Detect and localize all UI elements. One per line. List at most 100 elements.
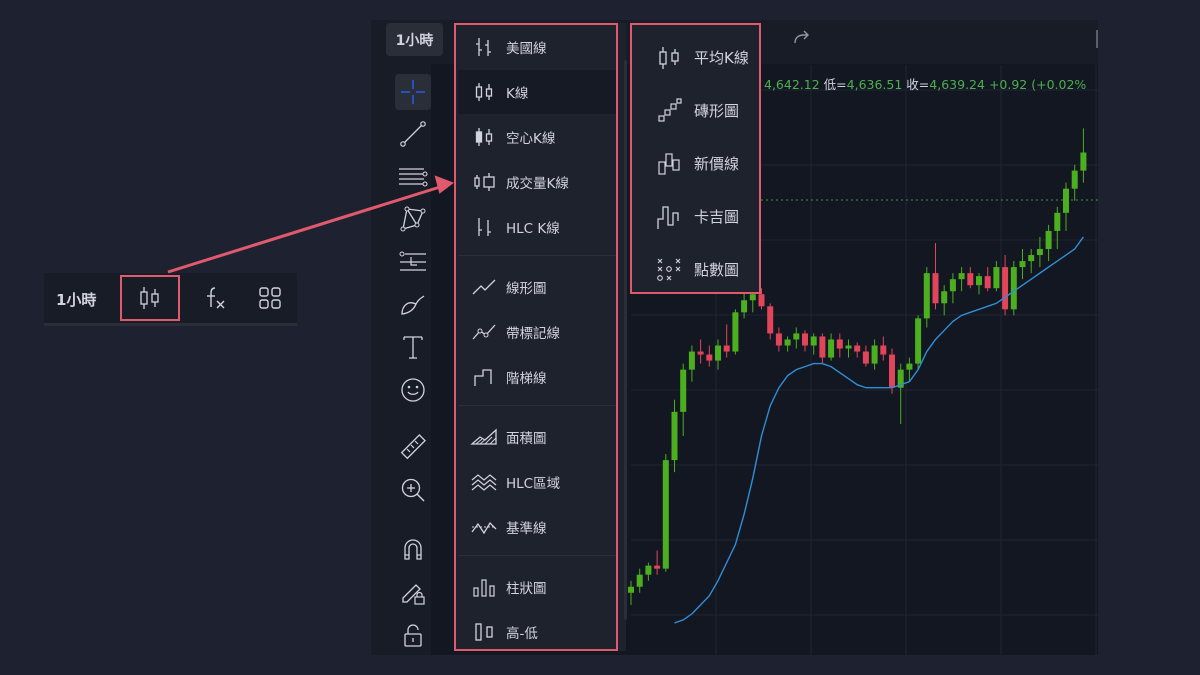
fib-tool[interactable] bbox=[395, 244, 431, 280]
ohlc-legend: 4,642.12 低=4,636.51 收=4,639.24 +0.92 (+0… bbox=[764, 74, 1086, 93]
candle-body bbox=[802, 333, 808, 346]
candle-body bbox=[1002, 267, 1009, 310]
candle-body bbox=[706, 354, 713, 361]
heikin-ashi-icon bbox=[654, 43, 684, 73]
measure-tool[interactable] bbox=[395, 429, 431, 465]
trend-line-tool[interactable] bbox=[395, 116, 431, 152]
layout-button[interactable] bbox=[258, 286, 282, 310]
parallel-channel-icon bbox=[399, 168, 428, 187]
candle-body bbox=[889, 354, 895, 388]
close-value: 4,639.24 bbox=[929, 77, 985, 92]
more-chart-types-menu: 平均K線 磚形圖 新價線 卡吉圖 點數圖 bbox=[630, 23, 761, 294]
menu-item-label: 基準線 bbox=[506, 521, 547, 537]
menu-item-label: 高-低 bbox=[506, 626, 538, 642]
indicators-button[interactable] bbox=[204, 285, 228, 311]
chart-type-button[interactable] bbox=[120, 275, 180, 321]
area-icon bbox=[470, 425, 498, 449]
candles-icon bbox=[470, 80, 498, 104]
pattern-tool[interactable] bbox=[395, 201, 431, 237]
menu-item-label: 面積圖 bbox=[506, 431, 547, 447]
menu-separator bbox=[458, 405, 616, 406]
change-percent: (+0.02% bbox=[1031, 77, 1087, 92]
menu-item-label: HLC區域 bbox=[506, 476, 561, 492]
menu-item-line[interactable]: 線形圖 bbox=[458, 265, 616, 309]
candle-body bbox=[932, 273, 939, 304]
unlock-tool[interactable] bbox=[395, 617, 431, 653]
menu-item-label: 線形圖 bbox=[506, 281, 547, 297]
menu-item-label: K線 bbox=[506, 86, 529, 102]
candle-body bbox=[645, 565, 652, 575]
menu-item-high-low[interactable]: 高-低 bbox=[458, 610, 616, 654]
menu-item-line-break[interactable]: 新價線 bbox=[634, 137, 759, 190]
bars-icon bbox=[470, 35, 498, 59]
candle-body bbox=[862, 351, 869, 364]
interval-label[interactable]: 1小時 bbox=[56, 289, 96, 310]
candle-body bbox=[793, 333, 800, 340]
menu-item-label: 卡吉圖 bbox=[694, 208, 740, 226]
menu-item-label: 成交量K線 bbox=[506, 176, 569, 192]
unlock-icon bbox=[404, 624, 422, 647]
zoom-tool[interactable] bbox=[395, 472, 431, 508]
candle-body bbox=[941, 291, 948, 304]
candle-body bbox=[1019, 261, 1026, 268]
candle-body bbox=[758, 294, 765, 307]
brush-tool[interactable] bbox=[395, 286, 431, 322]
magnet-tool[interactable] bbox=[395, 531, 431, 567]
candle-body bbox=[1010, 267, 1017, 310]
candle-body bbox=[1071, 170, 1078, 189]
menu-item-baseline[interactable]: 基準線 bbox=[458, 505, 616, 549]
crosshair-icon bbox=[401, 80, 425, 104]
menu-item-candles[interactable]: K線 bbox=[458, 70, 616, 114]
candle-body bbox=[819, 336, 826, 358]
low-label: 低= bbox=[823, 77, 847, 92]
menu-item-hlc-area[interactable]: HLC區域 bbox=[458, 460, 616, 504]
menu-separator bbox=[458, 255, 616, 256]
menu-item-label: 美國線 bbox=[506, 41, 547, 57]
zoom-in-icon bbox=[401, 478, 425, 502]
candle-body bbox=[636, 574, 643, 587]
candle-body bbox=[1028, 255, 1035, 262]
volume-candles-icon bbox=[470, 170, 498, 194]
menu-item-step-line[interactable]: 階梯線 bbox=[458, 355, 616, 399]
candle-body bbox=[1054, 212, 1061, 231]
menu-scrollbar[interactable] bbox=[624, 60, 627, 620]
menu-item-hollow-candles[interactable]: 空心K線 bbox=[458, 115, 616, 159]
menu-item-kagi[interactable]: 卡吉圖 bbox=[634, 190, 759, 243]
channel-tool[interactable] bbox=[395, 159, 431, 195]
menu-item-hlc-bars[interactable]: HLC K線 bbox=[458, 205, 616, 249]
candle-body bbox=[949, 279, 956, 292]
line-markers-icon bbox=[470, 320, 498, 344]
candle-body bbox=[715, 345, 721, 361]
redo-icon[interactable] bbox=[791, 29, 811, 47]
crosshair-tool[interactable] bbox=[395, 74, 431, 110]
interval-button[interactable]: 1小時 bbox=[386, 23, 443, 56]
menu-item-columns[interactable]: 柱狀圖 bbox=[458, 565, 616, 609]
candle-body bbox=[984, 276, 991, 289]
toolbar-divider bbox=[1096, 30, 1098, 48]
menu-separator bbox=[458, 555, 616, 556]
menu-item-label: 帶標記線 bbox=[506, 326, 560, 342]
toolbar-divider bbox=[44, 323, 297, 326]
trend-line-icon bbox=[400, 121, 426, 147]
magnet-icon bbox=[404, 539, 422, 560]
menu-item-point-figure[interactable]: 點數圖 bbox=[634, 243, 759, 296]
menu-item-volume-candles[interactable]: 成交量K線 bbox=[458, 160, 616, 204]
high-low-icon bbox=[470, 620, 498, 644]
text-tool[interactable] bbox=[395, 329, 431, 365]
menu-item-line-markers[interactable]: 帶標記線 bbox=[458, 310, 616, 354]
candle-body bbox=[680, 369, 687, 412]
candle-body bbox=[836, 339, 843, 349]
candle-body bbox=[662, 460, 669, 569]
menu-item-area[interactable]: 面積圖 bbox=[458, 415, 616, 459]
candle-body bbox=[654, 565, 661, 569]
candle-body bbox=[967, 273, 974, 286]
menu-item-heikin-ashi[interactable]: 平均K線 bbox=[634, 31, 759, 84]
hlc-area-icon bbox=[470, 470, 498, 494]
lock-drawings-tool[interactable] bbox=[395, 574, 431, 610]
menu-item-bars[interactable]: 美國線 bbox=[458, 25, 616, 69]
menu-item-renko[interactable]: 磚形圖 bbox=[634, 84, 759, 137]
high-value: 4,642.12 bbox=[764, 77, 820, 92]
point-figure-icon bbox=[654, 255, 684, 285]
line-icon bbox=[470, 275, 498, 299]
emoji-tool[interactable] bbox=[395, 372, 431, 408]
